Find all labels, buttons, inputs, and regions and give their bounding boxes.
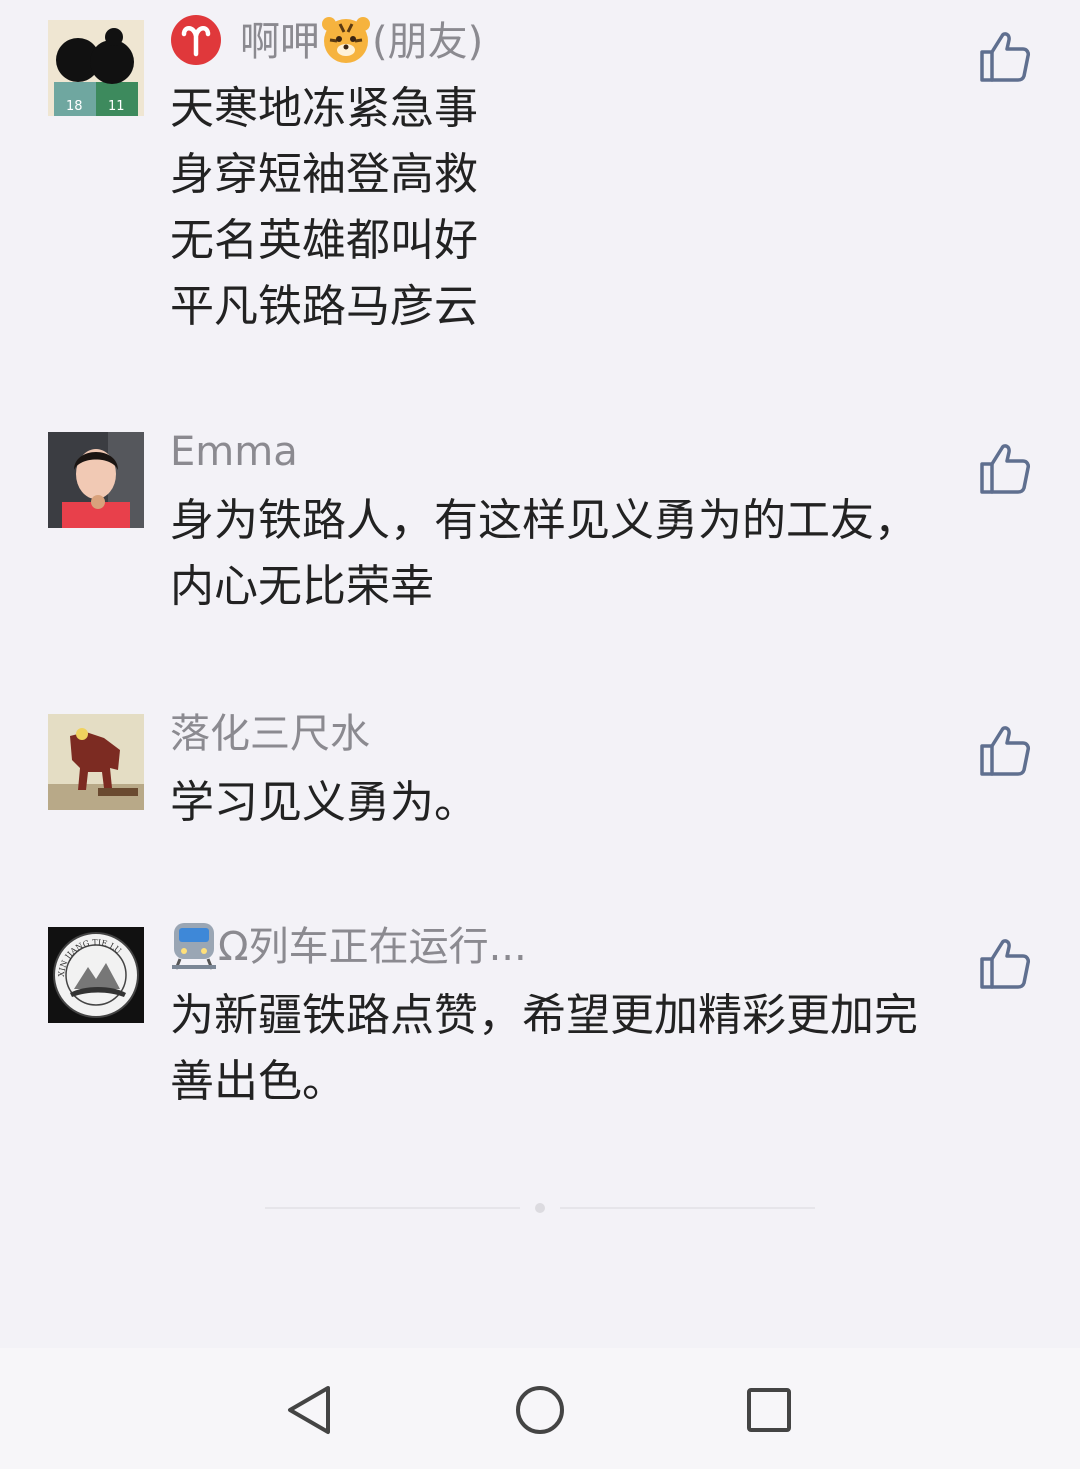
comment-text: 天寒地冻紧急事 身穿短袖登高救 无名英雄都叫好 平凡铁路马彦云: [170, 76, 1030, 340]
commenter-name[interactable]: Emma: [170, 420, 298, 484]
back-triangle-icon[interactable]: [276, 1378, 340, 1442]
tiger-face-icon: [320, 14, 372, 70]
avatar[interactable]: [48, 714, 144, 810]
commenter-name[interactable]: 啊呷: [240, 10, 320, 74]
comment-item: 18 11 啊呷 (朋友) 天寒地冻紧急事 身穿短袖登高救 无名英雄都叫好 平凡…: [0, 15, 1080, 350]
comment-item: Emma 身为铁路人，有这样见义勇为的工友， 内心无比荣幸: [0, 429, 1080, 612]
avatar[interactable]: XIN JIANG TIE LU: [48, 927, 144, 1023]
comment-line: 无名英雄都叫好: [170, 215, 478, 266]
recents-square-icon[interactable]: [737, 1378, 801, 1442]
commenter-name[interactable]: 落化三尺水: [170, 702, 370, 766]
svg-text:18: 18: [66, 99, 83, 114]
comment-line: 学习见义勇为。: [170, 777, 478, 828]
comment-line: 为新疆铁路点赞，希望更加精彩更加完: [170, 990, 918, 1041]
system-navigation-bar: [0, 1348, 1080, 1469]
commenter-name[interactable]: Ω列车正在运行...: [218, 915, 527, 979]
comment-item: XIN JIANG TIE LU Ω列车正在运行... 为新疆铁路点赞，希望更加…: [0, 923, 1080, 1107]
comment-item: 落化三尺水 学习见义勇为。: [0, 711, 1080, 836]
comment-line: 善出色。: [170, 1056, 346, 1107]
comment-line: 身穿短袖登高救: [170, 149, 478, 200]
end-of-list-divider: [0, 1200, 1080, 1216]
comment-header: 落化三尺水: [170, 702, 370, 766]
comment-line: 天寒地冻紧急事: [170, 83, 478, 134]
comment-text: 身为铁路人，有这样见义勇为的工友， 内心无比荣幸: [170, 488, 1030, 620]
avatar[interactable]: 18 11: [48, 20, 144, 116]
comment-header: Emma: [170, 420, 298, 484]
comment-text: 学习见义勇为。: [170, 770, 1030, 836]
comment-line: 平凡铁路马彦云: [170, 281, 478, 332]
comment-line: 内心无比荣幸: [170, 561, 434, 612]
comment-line: 身为铁路人，有这样见义勇为的工友，: [170, 495, 918, 546]
comment-header: 啊呷 (朋友): [170, 10, 483, 74]
comment-text: 为新疆铁路点赞，希望更加精彩更加完 善出色。: [170, 983, 1030, 1115]
train-icon: [170, 919, 218, 975]
commenter-relationship: (朋友): [372, 19, 484, 65]
aries-icon: [170, 14, 222, 70]
avatar[interactable]: [48, 432, 144, 528]
home-circle-icon[interactable]: [508, 1378, 572, 1442]
svg-text:11: 11: [108, 99, 125, 114]
comment-header: Ω列车正在运行...: [170, 915, 527, 979]
